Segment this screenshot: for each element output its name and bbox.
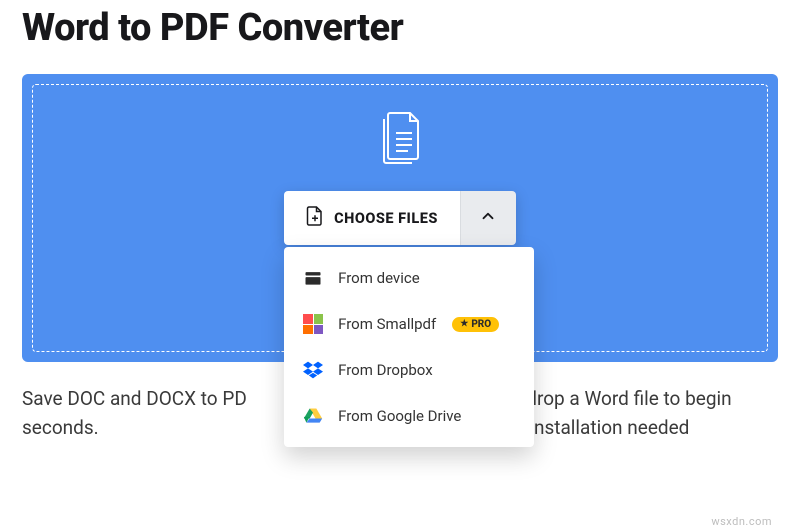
watermark-text: wsxdn.com [711, 515, 772, 528]
source-label: From Google Drive [338, 407, 461, 425]
dropzone-container: CHOOSE FILES [22, 74, 778, 362]
source-dropdown: From device From Smallpdf PRO [284, 247, 534, 447]
choose-files-button[interactable]: CHOOSE FILES [284, 191, 460, 245]
documents-icon [368, 107, 432, 171]
choose-files-label: CHOOSE FILES [334, 210, 438, 227]
source-label: From Dropbox [338, 361, 433, 379]
source-from-dropbox[interactable]: From Dropbox [284, 347, 534, 393]
dropbox-icon [302, 359, 324, 381]
page-title: Word to PDF Converter [22, 0, 778, 74]
smallpdf-icon [302, 313, 324, 335]
source-from-smallpdf[interactable]: From Smallpdf PRO [284, 301, 534, 347]
source-from-device[interactable]: From device [284, 255, 534, 301]
pro-badge: PRO [452, 317, 499, 332]
chevron-up-icon [479, 207, 497, 229]
source-dropdown-toggle[interactable] [460, 191, 516, 245]
source-label: From device [338, 269, 420, 287]
device-icon [302, 267, 324, 289]
google-drive-icon [302, 405, 324, 427]
choose-files-group: CHOOSE FILES [284, 191, 516, 245]
dropzone[interactable]: CHOOSE FILES [32, 84, 768, 352]
add-file-icon [306, 205, 324, 231]
source-label: From Smallpdf [338, 315, 436, 333]
source-from-google-drive[interactable]: From Google Drive [284, 393, 534, 439]
